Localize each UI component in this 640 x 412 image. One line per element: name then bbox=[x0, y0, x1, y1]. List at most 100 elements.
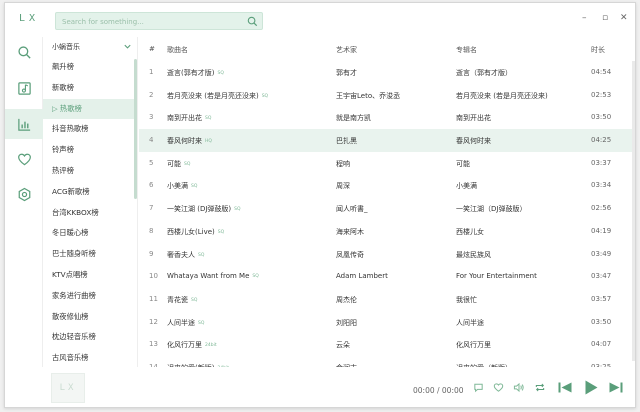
category-item[interactable]: 枕边轻音乐榜 bbox=[43, 327, 137, 348]
category-item[interactable]: 巴士随身听榜 bbox=[43, 244, 137, 265]
category-item[interactable]: 抖音热歌榜 bbox=[43, 119, 137, 140]
song-duration: 03:50 bbox=[591, 113, 611, 121]
row-number: 6 bbox=[149, 181, 153, 189]
table-row[interactable]: 12 人间半途 SQ 刘阳阳 人间半途 03:50 bbox=[139, 311, 635, 334]
song-album-text: 一笑江湖（DJ弹鼓版） bbox=[456, 205, 527, 214]
row-number-text: 7 bbox=[149, 204, 154, 213]
category-panel: 小蜗音乐 飙升榜 新歌榜 ▷ 热歌榜 抖音热歌榜 铃声榜 热评榜 ACG新歌榜 … bbox=[43, 37, 138, 367]
quality-badge: SQ bbox=[205, 116, 212, 122]
song-title: 小美满 SQ bbox=[167, 181, 332, 191]
table-row[interactable]: 13 化风行万里 24bit 云朵 化风行万里 04:07 bbox=[139, 333, 635, 356]
category-item[interactable]: 新歌榜 bbox=[43, 78, 137, 99]
category-item[interactable]: 冬日暖心榜 bbox=[43, 223, 137, 244]
row-number: 2 bbox=[149, 91, 153, 99]
table-row[interactable]: 2 若月亮没来 (若是月亮还没来) SQ 王宇宙Leto、乔浚丞 若月亮没来 (若是月亮… bbox=[139, 84, 635, 107]
header-num: # bbox=[149, 45, 155, 53]
nav-settings[interactable] bbox=[5, 179, 43, 209]
favorite-button[interactable] bbox=[493, 382, 504, 393]
song-title: 西楼儿女(Live) SQ bbox=[167, 227, 332, 237]
category-item[interactable]: 家务进行曲榜 bbox=[43, 286, 137, 307]
row-number: 9 bbox=[149, 250, 153, 258]
song-album-text: For Your Entertainment bbox=[456, 272, 537, 281]
song-artist: 凤凰传奇 bbox=[336, 250, 454, 260]
comment-icon bbox=[474, 383, 483, 393]
comment-button[interactable] bbox=[473, 382, 484, 393]
table-row[interactable]: 14迟来的爱(新版)24bit金润吉迟来的爱（新版）03:25 bbox=[139, 356, 635, 367]
previous-button[interactable] bbox=[557, 381, 573, 394]
row-number-text: 1 bbox=[149, 68, 154, 76]
header-title: 歌曲名 bbox=[167, 46, 188, 54]
table-scrollbar[interactable] bbox=[632, 61, 635, 361]
song-title: Whataya Want from Me SQ bbox=[167, 272, 332, 280]
repeat-mode-button[interactable] bbox=[534, 382, 546, 393]
row-number-text: 12 bbox=[149, 317, 158, 326]
search-box[interactable] bbox=[55, 12, 263, 30]
play-button[interactable] bbox=[583, 379, 599, 396]
song-title-text: 西楼儿女(Live) bbox=[167, 227, 215, 236]
category-scrollbar[interactable] bbox=[134, 59, 137, 199]
song-artist: 周杰伦 bbox=[336, 295, 454, 305]
table-row[interactable]: 1 逝言(郭有才版) SQ 郭有才 逝言（郭有才版） 04:54 bbox=[139, 61, 635, 84]
song-title-text: 小美满 bbox=[167, 182, 188, 191]
search-icon[interactable] bbox=[247, 16, 258, 27]
table-row[interactable]: 3 南到开出花 SQ 就是南方凯 南到开出花 03:50 bbox=[139, 106, 635, 129]
album-cover[interactable]: LX bbox=[51, 373, 85, 403]
song-duration: 02:53 bbox=[591, 91, 611, 99]
category-item-active[interactable]: ▷ 热歌榜 bbox=[43, 98, 137, 120]
category-item[interactable]: 散夜修仙榜 bbox=[43, 307, 137, 328]
row-number-text: 13 bbox=[149, 340, 158, 349]
row-number: 5 bbox=[149, 159, 153, 167]
song-duration: 03:34 bbox=[591, 181, 611, 189]
song-duration: 04:19 bbox=[591, 227, 611, 235]
player-bar: LX 00:00 / 00:00 bbox=[5, 367, 635, 407]
song-title: 奢香夫人 SQ bbox=[167, 250, 332, 260]
table-row[interactable]: 4 春风何时来 HQ 巴扎黑 春风何时来 04:25 bbox=[139, 129, 635, 152]
category-item[interactable]: 古风音乐榜 bbox=[43, 348, 137, 367]
table-row[interactable]: 8 西楼儿女(Live) SQ 海来阿木 西楼儿女 04:19 bbox=[139, 220, 635, 243]
next-button[interactable] bbox=[608, 381, 624, 394]
search-input[interactable] bbox=[62, 15, 242, 28]
volume-button[interactable] bbox=[513, 382, 525, 393]
table-row[interactable]: 9 奢香夫人 SQ 凤凰传奇 最炫民族风 03:49 bbox=[139, 243, 635, 266]
song-artist-text: 郭有才 bbox=[336, 69, 357, 77]
table-row[interactable]: 6 小美满 SQ 周深 小美满 03:34 bbox=[139, 174, 635, 197]
song-artist-text: 程响 bbox=[336, 159, 350, 168]
song-artist-text: 刘阳阳 bbox=[336, 318, 357, 327]
quality-badge: SQ bbox=[217, 71, 224, 76]
song-album: 南到开出花 bbox=[456, 113, 584, 123]
table-row[interactable]: 7 一笑江湖 (DJ弹鼓版) SQ 闻人听書_ 一笑江湖（DJ弹鼓版） 02:56 bbox=[139, 197, 635, 220]
song-album-text: 西楼儿女 bbox=[456, 227, 484, 236]
quality-badge: SQ bbox=[234, 207, 241, 213]
leaderboard-icon bbox=[17, 118, 30, 131]
row-number: 12 bbox=[149, 318, 158, 326]
nav-leaderboard[interactable] bbox=[5, 109, 43, 139]
quality-badge: SQ bbox=[184, 161, 191, 167]
quality-badge: SQ bbox=[198, 320, 205, 326]
nav-search[interactable] bbox=[5, 37, 43, 67]
nav-music-list[interactable] bbox=[5, 73, 43, 103]
nav-favorite[interactable] bbox=[5, 144, 43, 174]
song-title: 化风行万里 24bit bbox=[167, 340, 332, 350]
search-icon bbox=[17, 45, 31, 59]
table-row[interactable]: 11 青花瓷 SQ 周杰伦 我很忙 03:57 bbox=[139, 288, 635, 311]
song-artist: 闻人听書_ bbox=[336, 204, 454, 214]
song-duration: 04:54 bbox=[591, 68, 611, 76]
row-number: 3 bbox=[149, 113, 153, 121]
minimize-button[interactable]: – bbox=[582, 13, 587, 23]
song-title: 一笑江湖 (DJ弹鼓版) SQ bbox=[167, 204, 332, 214]
category-item[interactable]: 台湾KKBOX榜 bbox=[43, 203, 137, 224]
category-item[interactable]: KTV点唱榜 bbox=[43, 265, 137, 286]
table-row[interactable]: 5 可能 SQ 程响 可能 03:37 bbox=[139, 152, 635, 175]
category-item[interactable]: 热评榜 bbox=[43, 161, 137, 182]
maximize-button[interactable]: ▫ bbox=[602, 13, 608, 23]
source-select[interactable]: 小蜗音乐 bbox=[43, 37, 137, 57]
song-album: 逝言（郭有才版） bbox=[456, 68, 584, 78]
row-number-text: 6 bbox=[149, 181, 154, 190]
song-duration-text: 03:50 bbox=[591, 317, 612, 326]
category-item[interactable]: ACG新歌榜 bbox=[43, 182, 137, 203]
category-item[interactable]: 铃声榜 bbox=[43, 140, 137, 161]
category-item[interactable]: 飙升榜 bbox=[43, 57, 137, 78]
close-button[interactable]: ✕ bbox=[620, 13, 628, 23]
table-row[interactable]: 10 Whataya Want from Me SQ Adam Lambert For … bbox=[139, 265, 635, 288]
favorite-icon bbox=[17, 153, 31, 165]
